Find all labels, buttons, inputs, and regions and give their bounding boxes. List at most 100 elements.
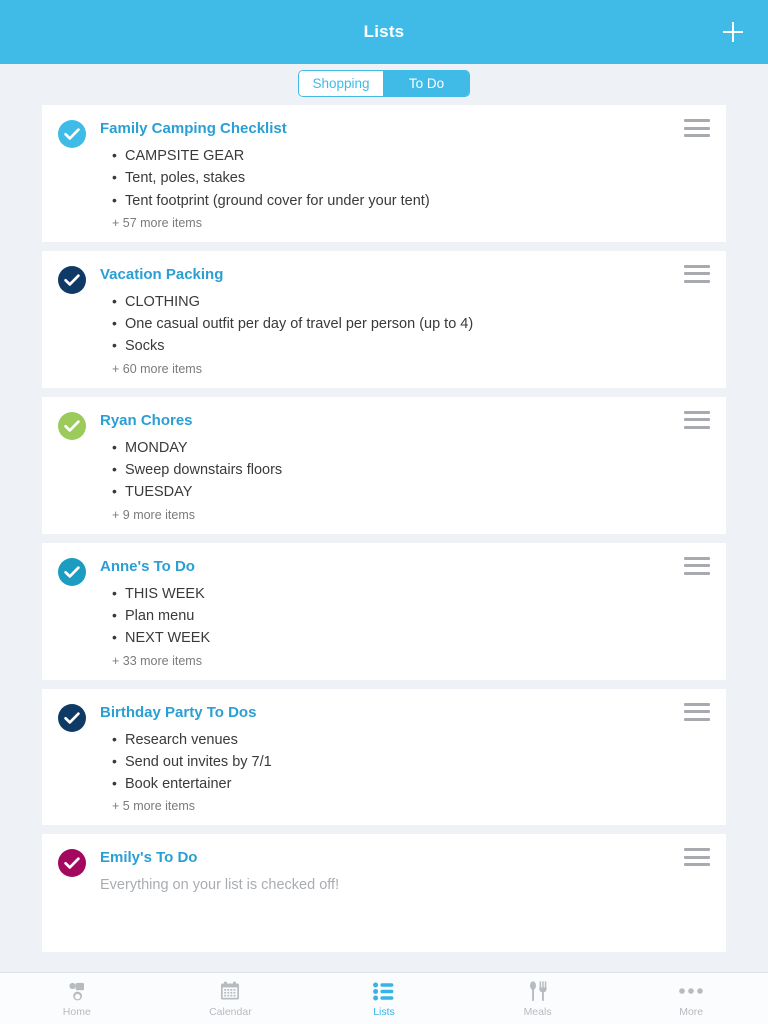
check-circle-icon — [58, 411, 86, 440]
list-item: Research venues — [112, 728, 674, 751]
list-card[interactable]: Ryan Chores MONDAY Sweep downstairs floo… — [42, 396, 726, 534]
list-item: One casual outfit per day of travel per … — [112, 312, 674, 335]
list-item: THIS WEEK — [112, 582, 674, 605]
segmented-control-bar: Shopping To Do — [0, 64, 768, 103]
handle-line — [684, 410, 710, 414]
segment-shopping[interactable]: Shopping — [299, 71, 384, 96]
list-preview-items: MONDAY Sweep downstairs floors TUESDAY — [112, 436, 674, 504]
list-preview-items: Research venues Send out invites by 7/1 … — [112, 728, 674, 796]
list-item: CLOTHING — [112, 290, 674, 313]
more-items-label: + 60 more items — [112, 361, 202, 376]
more-items-label: + 9 more items — [112, 507, 196, 522]
list-preview-items: THIS WEEK Plan menu NEXT WEEK — [112, 582, 674, 650]
check-circle-icon — [58, 265, 86, 294]
handle-line — [684, 279, 710, 283]
list-item: Tent, poles, stakes — [112, 166, 674, 189]
spoon-fork-icon — [526, 980, 550, 1003]
reorder-handle-icon[interactable] — [684, 264, 710, 283]
list-card-body: Family Camping Checklist CAMPSITE GEAR T… — [86, 119, 710, 230]
ellipsis-icon — [678, 980, 704, 1003]
more-items-label: + 57 more items — [112, 215, 202, 230]
list-item: NEXT WEEK — [112, 626, 674, 649]
page-title: Lists — [363, 22, 405, 41]
app-root: Lists Shopping To Do Family Camping Chec… — [0, 0, 768, 1024]
list-card[interactable]: Birthday Party To Dos Research venues Se… — [42, 688, 726, 826]
reorder-handle-icon[interactable] — [684, 848, 710, 867]
tab-home[interactable]: Home — [0, 973, 154, 1024]
list-card-body: Ryan Chores MONDAY Sweep downstairs floo… — [86, 411, 710, 522]
reorder-handle-icon[interactable] — [684, 410, 710, 429]
tab-more[interactable]: More — [614, 973, 768, 1024]
list-card[interactable]: Emily's To Do Everything on your list is… — [42, 834, 726, 953]
reorder-handle-icon[interactable] — [684, 556, 710, 575]
list-item: Plan menu — [112, 604, 674, 627]
tab-label: Meals — [523, 1005, 552, 1018]
handle-line — [684, 425, 710, 429]
list-title[interactable]: Anne's To Do — [100, 557, 674, 577]
list-title[interactable]: Vacation Packing — [100, 265, 674, 285]
bottom-tab-bar: Home Calendar Lists Meals More — [0, 972, 768, 1024]
list-title[interactable]: Family Camping Checklist — [100, 119, 674, 139]
list-card[interactable]: Vacation Packing CLOTHING One casual out… — [42, 250, 726, 388]
handle-line — [684, 134, 710, 137]
list-item: Send out invites by 7/1 — [112, 750, 674, 773]
handle-line — [684, 272, 710, 276]
handle-line — [684, 855, 710, 859]
list-card-body: Birthday Party To Dos Research venues Se… — [86, 703, 710, 814]
handle-line — [684, 571, 710, 575]
tab-label: Home — [62, 1005, 91, 1018]
handle-line — [684, 848, 710, 852]
tab-meals[interactable]: Meals — [461, 973, 615, 1024]
list-card-body: Anne's To Do THIS WEEK Plan menu NEXT WE… — [86, 557, 710, 668]
lists-scroll-area[interactable]: Family Camping Checklist CAMPSITE GEAR T… — [0, 103, 768, 972]
handle-line — [684, 702, 710, 706]
handle-line — [684, 710, 710, 714]
more-items-label: + 5 more items — [112, 799, 196, 814]
list-card[interactable]: Family Camping Checklist CAMPSITE GEAR T… — [42, 105, 726, 242]
list-card-body: Emily's To Do Everything on your list is… — [86, 848, 710, 896]
bulleted-list-icon — [372, 980, 396, 1003]
tab-lists[interactable]: Lists — [307, 973, 461, 1024]
empty-list-message: Everything on your list is checked off! — [100, 877, 340, 894]
list-checked-icon[interactable] — [58, 120, 86, 148]
handle-line — [684, 126, 710, 130]
list-checked-icon[interactable] — [58, 265, 86, 294]
list-item: Tent footprint (ground cover for under y… — [112, 189, 674, 212]
check-circle-icon — [58, 703, 86, 732]
list-checked-icon[interactable] — [58, 703, 86, 732]
handle-line — [684, 556, 710, 560]
list-checked-icon[interactable] — [58, 411, 86, 440]
handle-line — [684, 418, 710, 422]
list-item: CAMPSITE GEAR — [112, 144, 674, 167]
add-list-button[interactable] — [716, 15, 750, 49]
list-card[interactable]: Anne's To Do THIS WEEK Plan menu NEXT WE… — [42, 542, 726, 680]
handle-line — [684, 119, 710, 122]
tab-calendar[interactable]: Calendar — [154, 973, 308, 1024]
tab-label: More — [679, 1005, 704, 1018]
handle-line — [684, 264, 710, 268]
list-item: Socks — [112, 334, 674, 357]
list-item: Sweep downstairs floors — [112, 458, 674, 481]
reorder-handle-icon[interactable] — [684, 119, 710, 137]
tab-label: Lists — [373, 1005, 395, 1018]
reorder-handle-icon[interactable] — [684, 702, 710, 721]
plus-icon — [723, 22, 743, 42]
tab-label: Calendar — [209, 1005, 252, 1018]
handle-line — [684, 564, 710, 568]
list-title[interactable]: Birthday Party To Dos — [100, 703, 674, 723]
calendar-icon — [219, 980, 241, 1003]
list-item: MONDAY — [112, 436, 674, 459]
list-checked-icon[interactable] — [58, 557, 86, 586]
check-circle-icon — [58, 557, 86, 586]
list-title[interactable]: Ryan Chores — [100, 411, 674, 431]
more-items-label: + 33 more items — [112, 653, 202, 668]
handle-line — [684, 717, 710, 721]
list-checked-icon[interactable] — [58, 849, 86, 878]
list-title[interactable]: Emily's To Do — [100, 848, 674, 868]
segment-todo[interactable]: To Do — [384, 71, 469, 96]
list-preview-items: CLOTHING One casual outfit per day of tr… — [112, 290, 674, 358]
list-card-body: Vacation Packing CLOTHING One casual out… — [86, 265, 710, 376]
list-type-segmented-control: Shopping To Do — [298, 70, 470, 97]
family-icon — [65, 980, 89, 1003]
list-item: Book entertainer — [112, 772, 674, 795]
